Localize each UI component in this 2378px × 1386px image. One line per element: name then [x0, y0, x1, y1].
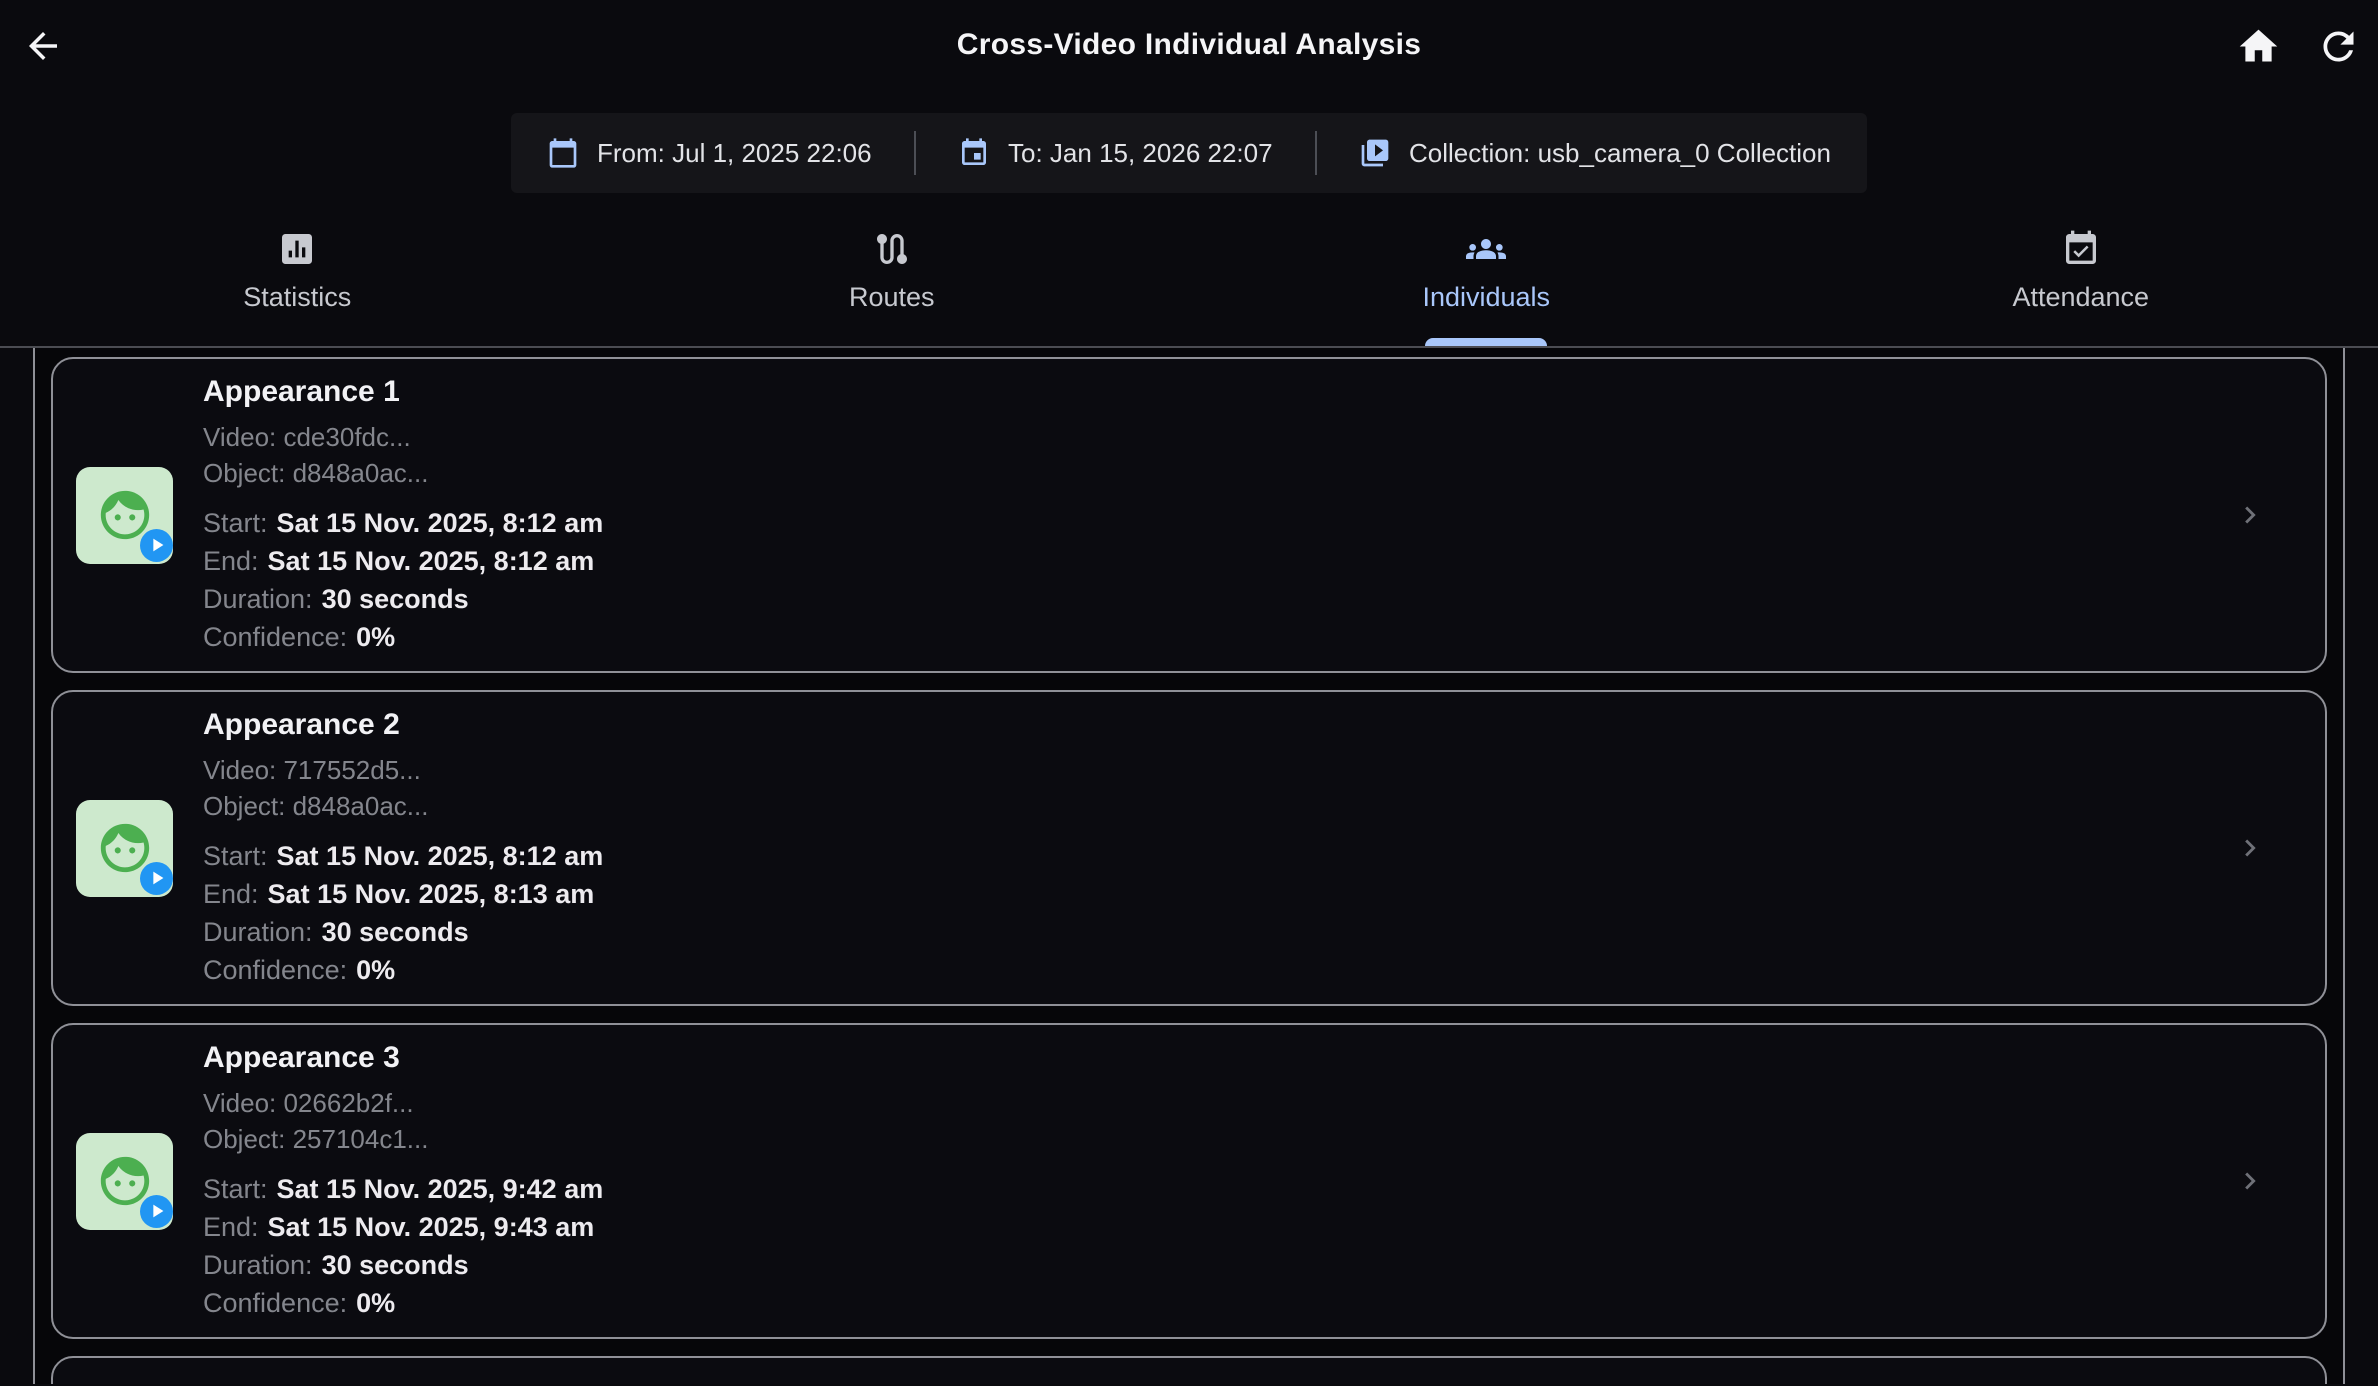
filter-divider	[914, 131, 916, 175]
detail-group: Start:Sat 15 Nov. 2025, 9:42 am End:Sat …	[203, 1170, 2233, 1322]
home-icon	[2236, 24, 2281, 69]
appearance-card-2[interactable]: Appearance 2 Video: 717552d5... Object: …	[51, 690, 2327, 1006]
chevron-right-icon	[2233, 831, 2267, 865]
header-actions	[2234, 22, 2362, 70]
play-icon	[146, 534, 168, 556]
confidence-line: Confidence:0%	[203, 618, 2233, 656]
confidence-line: Confidence:0%	[203, 1284, 2233, 1322]
card-text: Appearance 2 Video: 717552d5... Object: …	[203, 708, 2233, 989]
appearance-card-3[interactable]: Appearance 3 Video: 02662b2f... Object: …	[51, 1023, 2327, 1339]
tab-label: Statistics	[243, 282, 351, 313]
end-line: End:Sat 15 Nov. 2025, 8:12 am	[203, 542, 2233, 580]
avatar[interactable]	[76, 1133, 173, 1230]
detail-group: Start:Sat 15 Nov. 2025, 8:12 am End:Sat …	[203, 504, 2233, 656]
duration-line: Duration:30 seconds	[203, 913, 2233, 951]
tab-routes[interactable]: Routes	[595, 215, 1190, 346]
play-icon	[146, 867, 168, 889]
card-title: Appearance 3	[203, 1041, 2233, 1075]
play-badge	[140, 529, 173, 562]
tab-label: Attendance	[2012, 282, 2149, 313]
appearance-card-1[interactable]: Appearance 1 Video: cde30fdc... Object: …	[51, 357, 2327, 673]
active-tab-indicator	[1425, 338, 1547, 346]
tab-individuals[interactable]: Individuals	[1189, 215, 1784, 346]
arrow-left-icon	[22, 25, 64, 67]
object-id: Object: 257104c1...	[203, 1121, 2233, 1157]
duration-line: Duration:30 seconds	[203, 1246, 2233, 1284]
filter-from[interactable]: From: Jul 1, 2025 22:06	[547, 137, 872, 169]
object-id: Object: d848a0ac...	[203, 455, 2233, 491]
video-library-icon	[1359, 137, 1391, 169]
people-icon	[1466, 229, 1506, 269]
card-text: Appearance 3 Video: 02662b2f... Object: …	[203, 1041, 2233, 1322]
start-line: Start:Sat 15 Nov. 2025, 9:42 am	[203, 1170, 2233, 1208]
avatar[interactable]	[76, 467, 173, 564]
filter-collection-label: Collection: usb_camera_0 Collection	[1409, 138, 1831, 169]
filter-bar: From: Jul 1, 2025 22:06 To: Jan 15, 2026…	[511, 113, 1867, 193]
refresh-button[interactable]	[2314, 22, 2362, 70]
chevron-right-icon	[2233, 498, 2267, 532]
video-id: Video: 02662b2f...	[203, 1085, 2233, 1121]
tab-bar: Statistics Routes Individuals Attendance	[0, 215, 2378, 348]
calendar-icon	[547, 137, 579, 169]
filter-to-label: To: Jan 15, 2026 22:07	[1008, 138, 1273, 169]
end-line: End:Sat 15 Nov. 2025, 8:13 am	[203, 875, 2233, 913]
appearance-card-partial[interactable]	[51, 1356, 2327, 1384]
card-title: Appearance 1	[203, 375, 2233, 409]
calendar-check-icon	[2061, 229, 2101, 269]
filter-to[interactable]: To: Jan 15, 2026 22:07	[958, 137, 1273, 169]
tab-statistics[interactable]: Statistics	[0, 215, 595, 346]
play-badge	[140, 1195, 173, 1228]
filter-divider	[1315, 131, 1317, 175]
object-id: Object: d848a0ac...	[203, 788, 2233, 824]
route-icon	[872, 229, 912, 269]
tab-attendance[interactable]: Attendance	[1784, 215, 2378, 346]
detail-group: Start:Sat 15 Nov. 2025, 8:12 am End:Sat …	[203, 837, 2233, 989]
filter-collection[interactable]: Collection: usb_camera_0 Collection	[1359, 137, 1831, 169]
tab-label: Routes	[849, 282, 935, 313]
end-line: End:Sat 15 Nov. 2025, 9:43 am	[203, 1208, 2233, 1246]
back-button[interactable]	[20, 23, 66, 69]
confidence-line: Confidence:0%	[203, 951, 2233, 989]
play-icon	[146, 1200, 168, 1222]
top-app-bar: Cross-Video Individual Analysis	[0, 0, 2378, 90]
chevron-right-icon	[2233, 1164, 2267, 1198]
card-title: Appearance 2	[203, 708, 2233, 742]
card-text: Appearance 1 Video: cde30fdc... Object: …	[203, 375, 2233, 656]
duration-line: Duration:30 seconds	[203, 580, 2233, 618]
refresh-icon	[2316, 24, 2361, 69]
video-id: Video: cde30fdc...	[203, 419, 2233, 455]
video-id: Video: 717552d5...	[203, 752, 2233, 788]
appearance-list[interactable]: Appearance 1 Video: cde30fdc... Object: …	[33, 348, 2345, 1384]
play-badge	[140, 862, 173, 895]
calendar-event-icon	[958, 137, 990, 169]
start-line: Start:Sat 15 Nov. 2025, 8:12 am	[203, 504, 2233, 542]
tab-label: Individuals	[1422, 282, 1550, 313]
start-line: Start:Sat 15 Nov. 2025, 8:12 am	[203, 837, 2233, 875]
filter-from-label: From: Jul 1, 2025 22:06	[597, 138, 872, 169]
home-button[interactable]	[2234, 22, 2282, 70]
bar-chart-icon	[277, 229, 317, 269]
avatar[interactable]	[76, 800, 173, 897]
page-title: Cross-Video Individual Analysis	[0, 28, 2378, 62]
